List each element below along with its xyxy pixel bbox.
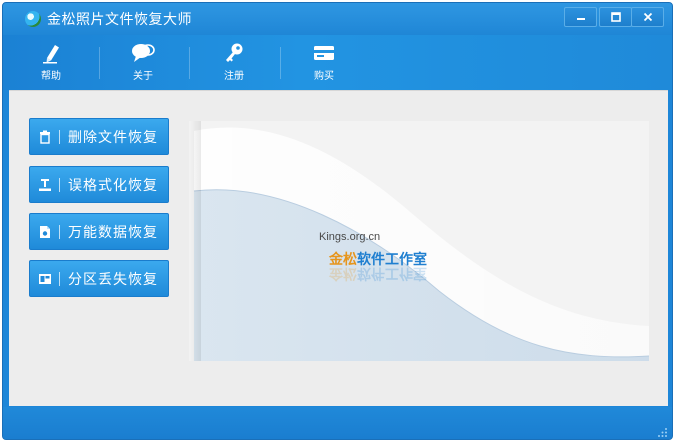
status-bar [3,407,672,439]
app-window: 金松照片文件恢复大师 帮助 关于 注册 购买 删除文件恢复 误格式化恢复 万能数… [2,2,673,440]
chat-bubble-icon [132,44,155,62]
format-icon [39,178,51,191]
card-icon [314,46,334,60]
universal-data-recovery-button[interactable]: 万能数据恢复 [29,213,169,250]
title-bar[interactable]: 金松照片文件恢复大师 [3,3,672,35]
maximize-icon [610,12,621,22]
toolbar: 帮助 关于 注册 购买 [3,35,672,90]
toolbar-divider [99,47,100,79]
partition-lost-recovery-label: 分区丢失恢复 [68,271,158,288]
resize-grip-icon[interactable] [658,428,668,438]
maximize-button[interactable] [599,7,632,27]
format-recovery-button[interactable]: 误格式化恢复 [29,166,169,203]
universal-data-recovery-label: 万能数据恢复 [68,224,158,241]
delete-file-recovery-button[interactable]: 删除文件恢复 [29,118,169,155]
main-content: 删除文件恢复 误格式化恢复 万能数据恢复 分区丢失恢复 Kings.org.cn… [9,90,668,406]
button-divider [59,129,60,144]
pencil-icon [43,45,59,64]
toolbar-divider [280,47,281,79]
button-divider [59,271,60,286]
document-icon [40,225,50,238]
toolbar-register-label: 注册 [224,71,244,82]
format-recovery-label: 误格式化恢复 [68,177,158,194]
minimize-button[interactable] [564,7,597,27]
key-icon [226,43,243,62]
toolbar-help-button[interactable]: 帮助 [21,41,81,87]
brand-reflection-part2: 软件工作室 [357,265,427,281]
toolbar-register-button[interactable]: 注册 [204,41,264,87]
delete-file-recovery-label: 删除文件恢复 [68,129,158,146]
brand-logo-reflection: 金松软件工作室 [329,264,427,284]
window-title: 金松照片文件恢复大师 [47,12,192,28]
button-divider [59,224,60,239]
brand-reflection-part1: 金松 [329,265,357,281]
toolbar-about-button[interactable]: 关于 [113,41,173,87]
trash-icon [40,130,50,144]
partition-lost-recovery-button[interactable]: 分区丢失恢复 [29,260,169,297]
toolbar-about-label: 关于 [133,71,153,82]
minimize-icon [576,18,585,20]
toolbar-buy-label: 购买 [314,71,334,82]
toolbar-help-label: 帮助 [41,71,61,82]
close-button[interactable] [631,7,664,27]
partition-icon [39,273,51,284]
button-divider [59,177,60,192]
brand-url: Kings.org.cn [319,231,381,243]
toolbar-divider [189,47,190,79]
app-logo-icon [25,11,41,27]
toolbar-buy-button[interactable]: 购买 [294,41,354,87]
close-icon [643,12,652,22]
